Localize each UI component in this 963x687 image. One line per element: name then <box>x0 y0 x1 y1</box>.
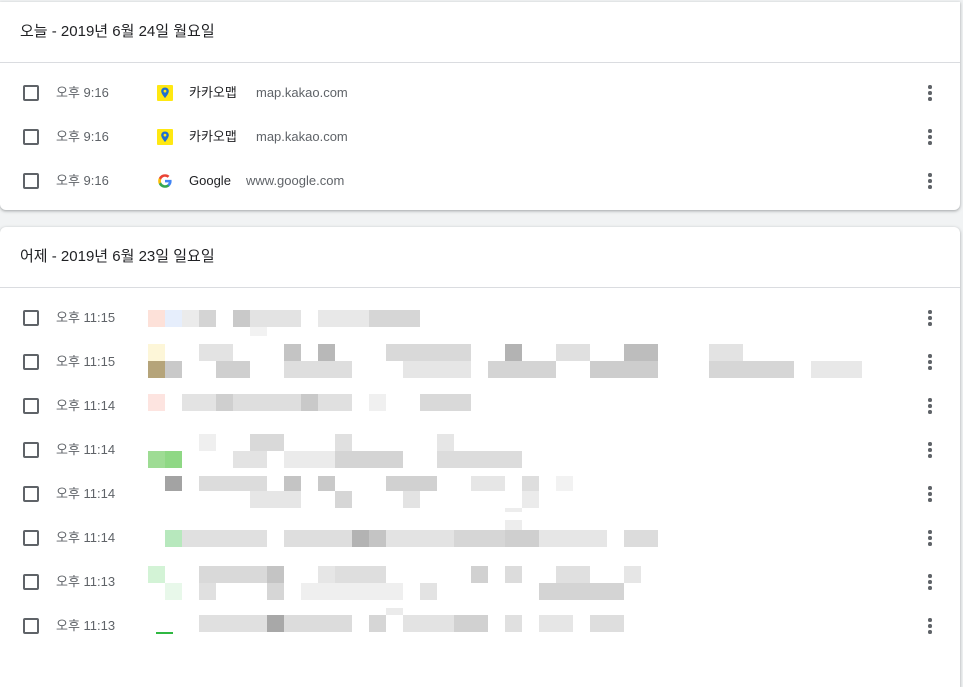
redacted-content <box>148 344 878 380</box>
history-row[interactable]: 오후 11:15 <box>0 296 960 340</box>
more-actions-button[interactable] <box>920 127 940 147</box>
more-actions-button[interactable] <box>920 484 940 504</box>
page-title-link[interactable]: 카카오맵 <box>189 71 237 115</box>
history-card-yesterday: 어제 - 2019년 6월 23일 일요일 오후 11:15 오후 11:15 <box>0 227 960 687</box>
history-row[interactable]: 오후 11:13 <box>0 604 960 648</box>
row-checkbox[interactable] <box>23 486 39 502</box>
history-row[interactable]: 오후 9:16 카카오맵 map.kakao.com <box>0 71 960 115</box>
row-checkbox[interactable] <box>23 530 39 546</box>
redacted-content <box>148 608 878 644</box>
history-row[interactable]: 오후 11:13 <box>0 560 960 604</box>
row-checkbox[interactable] <box>23 618 39 634</box>
more-actions-button[interactable] <box>920 308 940 328</box>
redacted-content <box>148 564 878 600</box>
history-row[interactable]: 오후 11:14 <box>0 428 960 472</box>
row-checkbox[interactable] <box>23 129 39 145</box>
row-checkbox[interactable] <box>23 85 39 101</box>
redacted-content <box>148 476 878 512</box>
row-checkbox[interactable] <box>23 398 39 414</box>
more-actions-button[interactable] <box>920 572 940 592</box>
visit-time: 오후 11:14 <box>56 442 116 457</box>
visit-time: 오후 9:16 <box>56 129 109 144</box>
visit-time: 오후 11:13 <box>56 618 116 633</box>
page-domain: map.kakao.com <box>256 85 348 100</box>
redacted-content <box>148 432 878 468</box>
page-title-link[interactable]: Google <box>189 159 231 203</box>
history-row[interactable]: 오후 11:14 <box>0 384 960 428</box>
section-title: 오늘 - 2019년 6월 24일 월요일 <box>0 2 960 63</box>
visit-time: 오후 11:15 <box>56 310 116 325</box>
visit-time: 오후 11:13 <box>56 574 116 589</box>
row-checkbox[interactable] <box>23 574 39 590</box>
google-icon <box>158 174 172 188</box>
history-row[interactable]: 오후 11:14 <box>0 516 960 560</box>
more-actions-button[interactable] <box>920 528 940 548</box>
visit-time: 오후 9:16 <box>56 85 109 100</box>
visit-time: 오후 9:16 <box>56 173 109 188</box>
history-row[interactable]: 오후 11:14 <box>0 472 960 516</box>
redacted-content <box>148 300 878 336</box>
row-checkbox[interactable] <box>23 354 39 370</box>
history-card-today: 오늘 - 2019년 6월 24일 월요일 오후 9:16 카카오맵 map.k… <box>0 2 960 210</box>
visit-time: 오후 11:14 <box>56 398 116 413</box>
more-actions-button[interactable] <box>920 83 940 103</box>
redacted-content <box>148 388 878 424</box>
history-row[interactable]: 오후 11:15 <box>0 340 960 384</box>
history-row[interactable]: 오후 9:16 카카오맵 map.kakao.com <box>0 115 960 159</box>
visit-time: 오후 11:15 <box>56 354 116 369</box>
more-actions-button[interactable] <box>920 440 940 460</box>
visit-time: 오후 11:14 <box>56 486 116 501</box>
row-checkbox[interactable] <box>23 442 39 458</box>
more-actions-button[interactable] <box>920 616 940 636</box>
more-actions-button[interactable] <box>920 396 940 416</box>
page-domain: map.kakao.com <box>256 129 348 144</box>
section-title: 어제 - 2019년 6월 23일 일요일 <box>0 227 960 288</box>
more-actions-button[interactable] <box>920 352 940 372</box>
row-checkbox[interactable] <box>23 173 39 189</box>
page-title-link[interactable]: 카카오맵 <box>189 115 237 159</box>
row-checkbox[interactable] <box>23 310 39 326</box>
kakao-map-icon <box>157 85 173 101</box>
redacted-content <box>148 520 878 556</box>
page-domain: www.google.com <box>246 173 345 188</box>
kakao-map-icon <box>157 129 173 145</box>
more-actions-button[interactable] <box>920 171 940 191</box>
visit-time: 오후 11:14 <box>56 530 116 545</box>
history-row[interactable]: 오후 9:16 Google www.google.com <box>0 159 960 203</box>
